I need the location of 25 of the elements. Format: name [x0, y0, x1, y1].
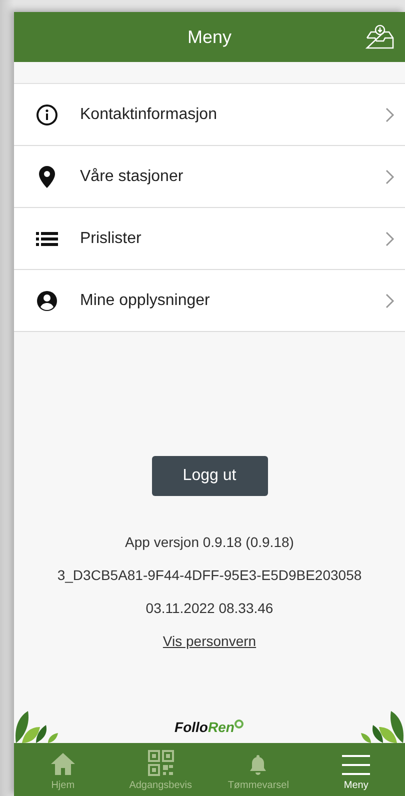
logo: FolloRen [174, 719, 244, 735]
info-text: 03.11.2022 08.33.46 [146, 600, 274, 616]
info-text: 3_D3CB5A81-9F44-4DFF-95E3-E5D9BE203058 [57, 567, 362, 583]
user-icon [36, 290, 58, 312]
list-icon [36, 230, 58, 246]
info-icon [36, 104, 58, 126]
page-title: Meny [187, 26, 232, 48]
logout-button[interactable]: Logg ut [152, 456, 268, 496]
chevron-right-icon [385, 292, 395, 308]
privacy-link[interactable]: Vis personvern [162, 633, 256, 649]
location-pin-icon [36, 164, 58, 188]
menu-item[interactable]: Prislister [14, 208, 405, 270]
bell-icon [248, 754, 268, 776]
info-text: App versjon 0.9.18 (0.9.18) [125, 534, 294, 550]
menu-item[interactable]: Mine opplysninger [14, 270, 405, 332]
menu-item[interactable]: Kontaktinformasjon [14, 84, 405, 146]
qr-code-icon [148, 750, 174, 776]
chevron-right-icon [385, 168, 395, 184]
tab[interactable]: Meny [307, 743, 405, 796]
inbox-icon[interactable] [365, 24, 395, 50]
menu-item[interactable]: Våre stasjoner [14, 146, 405, 208]
menu-icon [342, 754, 370, 776]
chevron-right-icon [385, 106, 395, 122]
chevron-right-icon [385, 230, 395, 246]
home-icon [50, 752, 76, 776]
